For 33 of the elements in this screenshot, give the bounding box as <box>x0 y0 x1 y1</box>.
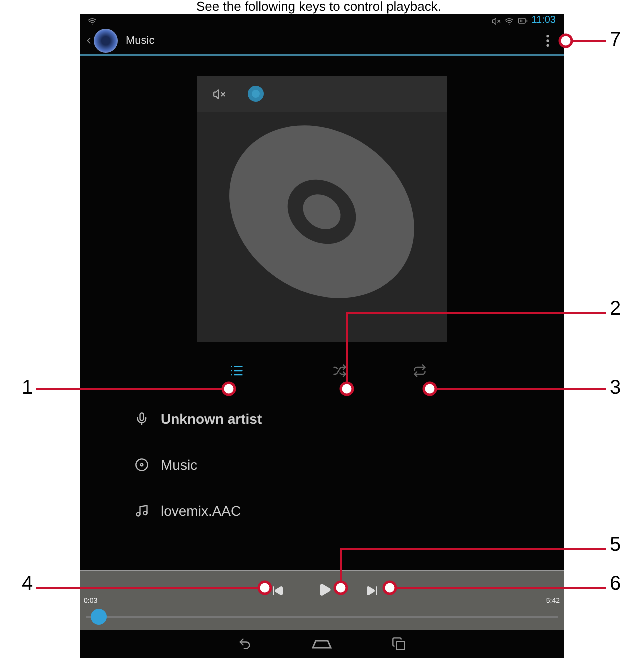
app-icon[interactable] <box>94 29 118 53</box>
shuffle-icon[interactable] <box>333 364 347 378</box>
callout-number: 6 <box>610 572 622 596</box>
back-icon[interactable] <box>238 637 252 651</box>
clock: 11:03 <box>532 15 556 27</box>
track-info: Unknown artist <box>161 410 262 428</box>
home-icon[interactable] <box>312 639 332 649</box>
callout-number: 1 <box>22 376 34 400</box>
recent-apps-icon[interactable] <box>392 637 406 651</box>
playlist-icon[interactable] <box>230 364 244 378</box>
callout-number: 4 <box>22 572 34 596</box>
caption: See the following keys to control playback. <box>196 0 442 14</box>
battery-icon <box>518 16 528 26</box>
wifi-icon <box>504 16 514 26</box>
track-info: lovemix.AAC <box>161 502 242 520</box>
disc-icon <box>135 458 149 472</box>
track-info: Music <box>161 456 198 474</box>
callout-number: 3 <box>610 376 622 400</box>
repeat-icon[interactable] <box>413 364 427 378</box>
play-icon[interactable] <box>318 583 332 597</box>
mute-icon <box>492 16 501 26</box>
music-note-icon <box>135 504 149 518</box>
microphone-icon <box>135 412 149 426</box>
callout-number: 7 <box>610 28 622 52</box>
wifi-icon <box>88 16 97 26</box>
next-icon[interactable] <box>366 585 378 597</box>
app-title: Music <box>126 34 155 49</box>
callout-number: 2 <box>610 297 622 321</box>
seek-thumb[interactable] <box>90 608 107 624</box>
previous-icon[interactable] <box>272 585 284 597</box>
mute-icon[interactable] <box>213 88 226 100</box>
callout-number: 5 <box>610 533 622 557</box>
leader-line <box>558 34 606 48</box>
